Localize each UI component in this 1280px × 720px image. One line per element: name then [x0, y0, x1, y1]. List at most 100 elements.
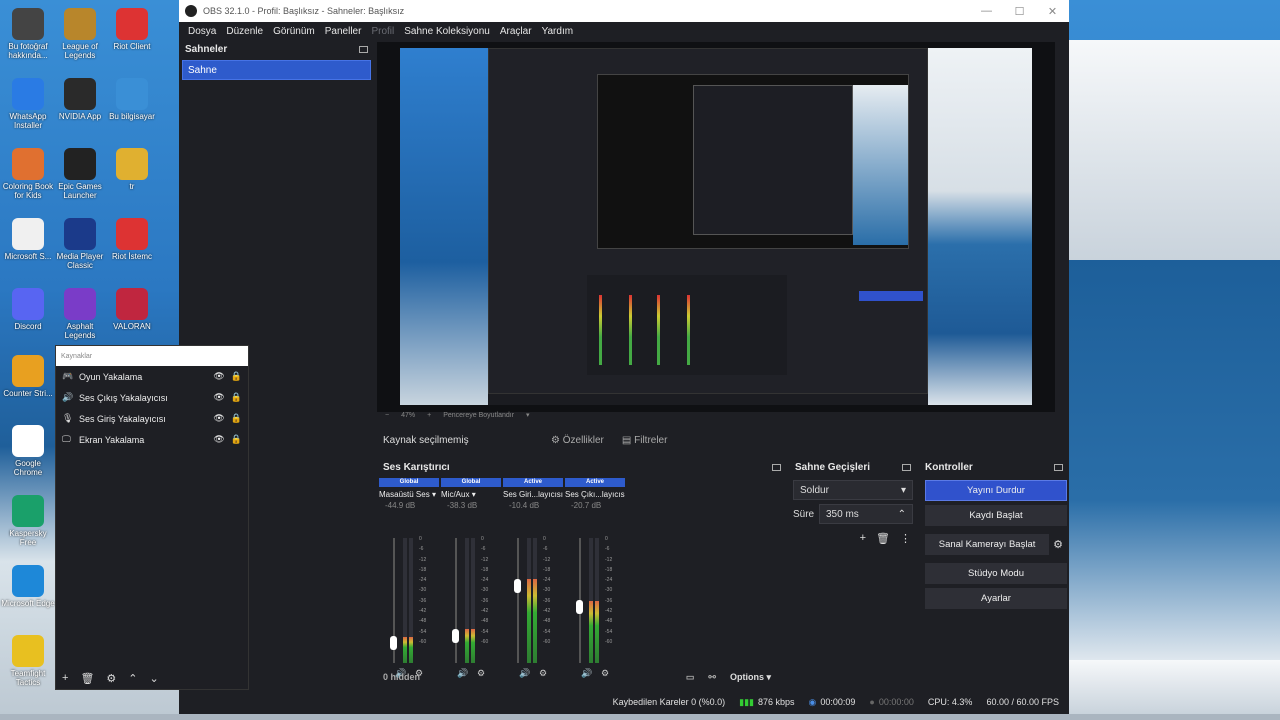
desktop-icon[interactable]: tr [104, 148, 160, 191]
menu-item[interactable]: Sahne Koleksiyonu [404, 26, 490, 37]
zoom-out-button[interactable]: − [385, 412, 389, 419]
settings-button[interactable]: Ayarlar [925, 588, 1067, 609]
app-icon [12, 565, 44, 597]
move-up-icon[interactable]: ⌃ [128, 672, 137, 685]
source-toolbar: Kaynak seçilmemiş ⚙ Özellikler ▤ Filtrel… [377, 428, 1055, 452]
volume-slider-handle[interactable] [576, 599, 583, 614]
desktop-icon[interactable]: Microsoft Edge [0, 565, 56, 608]
menu-item[interactable]: Paneller [325, 26, 362, 37]
chevron-down-icon[interactable]: ▾ [526, 411, 530, 419]
gear-icon[interactable]: ⚙ [106, 672, 116, 685]
desktop-icon[interactable]: Counter Stri... [0, 355, 56, 398]
duration-spinbox[interactable]: 350 ms ⌃ [819, 504, 913, 524]
desktop-icon[interactable]: Bu bilgisayar [104, 78, 160, 121]
desktop-icon[interactable]: Microsoft S... [0, 218, 56, 261]
volume-slider-handle[interactable] [514, 578, 521, 593]
meter-tick: -36 [605, 597, 613, 604]
desktop-icon[interactable]: Riot Client [104, 8, 160, 51]
desktop-icon[interactable]: Media Player Classic [52, 218, 108, 270]
source-item[interactable]: 🎙 Ses Giriş Yakalayıcısı 👁 🔒 [56, 408, 248, 429]
monitor-icon: 🖵 [62, 434, 71, 444]
source-item[interactable]: 🔊 Ses Çıkış Yakalayıcısı 👁 🔒 [56, 387, 248, 408]
chevron-down-icon[interactable]: ▾ [472, 490, 476, 499]
volume-slider-handle[interactable] [390, 636, 397, 650]
taskbar [0, 714, 1280, 720]
desktop-icon-label: Discord [14, 322, 42, 331]
desktop-icon[interactable]: Kaspersky Free [0, 495, 56, 547]
maximize-button[interactable]: ☐ [1003, 5, 1036, 18]
trash-icon[interactable]: 🗑 [876, 532, 890, 545]
link-icon[interactable]: ⚯ [708, 672, 716, 683]
menu-item[interactable]: Düzenle [226, 26, 263, 37]
source-item[interactable]: 🖵 Ekran Yakalama 👁 🔒 [56, 429, 248, 450]
scale-mode[interactable]: Pencereye Boyutlandır [443, 412, 514, 419]
desktop-icon[interactable]: WhatsApp Installer [0, 78, 56, 130]
channel-name[interactable]: Ses Çıkı...layıcısı [565, 490, 625, 499]
lock-icon[interactable]: 🔒 [231, 434, 242, 445]
nested-wallpaper [853, 85, 908, 245]
eye-icon[interactable]: 👁 [213, 413, 224, 424]
undock-icon[interactable] [359, 45, 368, 53]
source-item[interactable]: 🎮 Oyun Yakalama 👁 🔒 [56, 366, 248, 387]
eye-icon[interactable]: 👁 [213, 392, 224, 403]
filters-button[interactable]: ▤ Filtreler [622, 435, 668, 446]
minimize-button[interactable]: — [970, 5, 1003, 18]
studio-mode-button[interactable]: Stüdyo Modu [925, 563, 1067, 584]
trash-icon[interactable]: 🗑 [80, 672, 94, 685]
scene-item[interactable]: Sahne [182, 60, 371, 80]
menu-item[interactable]: Araçlar [500, 26, 532, 37]
properties-button[interactable]: ⚙ Özellikler [551, 435, 604, 446]
close-button[interactable]: ✕ [1036, 5, 1069, 18]
eye-icon[interactable]: 👁 [213, 371, 224, 382]
preview-canvas[interactable] [400, 48, 1032, 405]
source-label: Ekran Yakalama [79, 434, 145, 445]
desktop-icon[interactable]: Bu fotoğraf hakkında... [0, 8, 56, 60]
gear-icon[interactable]: ⚙ [1053, 538, 1063, 551]
start-virtual-camera-button[interactable]: Sanal Kamerayı Başlat [925, 534, 1050, 555]
undock-icon[interactable] [772, 463, 781, 471]
move-down-icon[interactable]: ⌄ [150, 672, 159, 685]
undock-icon[interactable] [1054, 463, 1063, 471]
lock-icon[interactable]: 🔒 [231, 371, 242, 382]
volume-slider[interactable] [455, 538, 457, 663]
desktop-icon[interactable]: Teamfight Tactics [0, 635, 56, 687]
options-button[interactable]: Options ▾ [730, 672, 771, 683]
menu-item[interactable]: Görünüm [273, 26, 315, 37]
lock-icon[interactable]: 🔒 [231, 413, 242, 424]
meter-fill [527, 579, 531, 663]
volume-slider-handle[interactable] [452, 628, 459, 643]
desktop-icon[interactable]: Discord [0, 288, 56, 331]
menu-item[interactable]: Profil [371, 26, 394, 37]
sources-title[interactable]: Kaynaklar [56, 346, 248, 366]
add-icon[interactable]: + [860, 532, 866, 545]
stop-stream-button[interactable]: Yayını Durdur [925, 480, 1067, 501]
channel-name[interactable]: Ses Giri...layıcısı [503, 490, 563, 499]
add-icon[interactable]: + [62, 672, 68, 684]
desktop-icon[interactable]: Coloring Book for Kids [0, 148, 56, 200]
desktop-icon[interactable]: Asphalt Legends [52, 288, 108, 340]
volume-slider[interactable] [517, 538, 519, 663]
desktop-icon[interactable]: NVIDIA App [52, 78, 108, 121]
preview-area[interactable] [377, 42, 1055, 412]
desktop-icon[interactable]: Epic Games Launcher [52, 148, 108, 200]
eye-icon[interactable]: 👁 [213, 434, 224, 445]
desktop-icon[interactable]: Google Chrome [0, 425, 56, 477]
menu-item[interactable]: Yardım [542, 26, 574, 37]
desktop-icon[interactable]: Riot İstemc [104, 218, 160, 261]
channel-name[interactable]: Mic/Aux [441, 490, 469, 499]
hidden-count[interactable]: 0 hidden [383, 672, 420, 682]
nested-preview [597, 74, 909, 249]
more-icon[interactable]: ⋮ [900, 532, 911, 545]
desktop-icon[interactable]: League of Legends [52, 8, 108, 60]
desktop-icon[interactable]: VALORAN [104, 288, 160, 331]
channel-name[interactable]: Masaüstü Ses [379, 490, 430, 499]
undock-icon[interactable] [902, 463, 911, 471]
zoom-in-button[interactable]: + [427, 412, 431, 419]
start-recording-button[interactable]: Kaydı Başlat [925, 505, 1067, 526]
transition-select[interactable]: Soldur ▾ [793, 480, 913, 500]
lock-icon[interactable]: 🔒 [231, 392, 242, 403]
filter-icon: ▤ [621, 434, 635, 446]
menu-item[interactable]: Dosya [188, 26, 216, 37]
layout-icon[interactable]: ▭ [686, 672, 695, 683]
chevron-down-icon[interactable]: ▾ [432, 490, 436, 499]
